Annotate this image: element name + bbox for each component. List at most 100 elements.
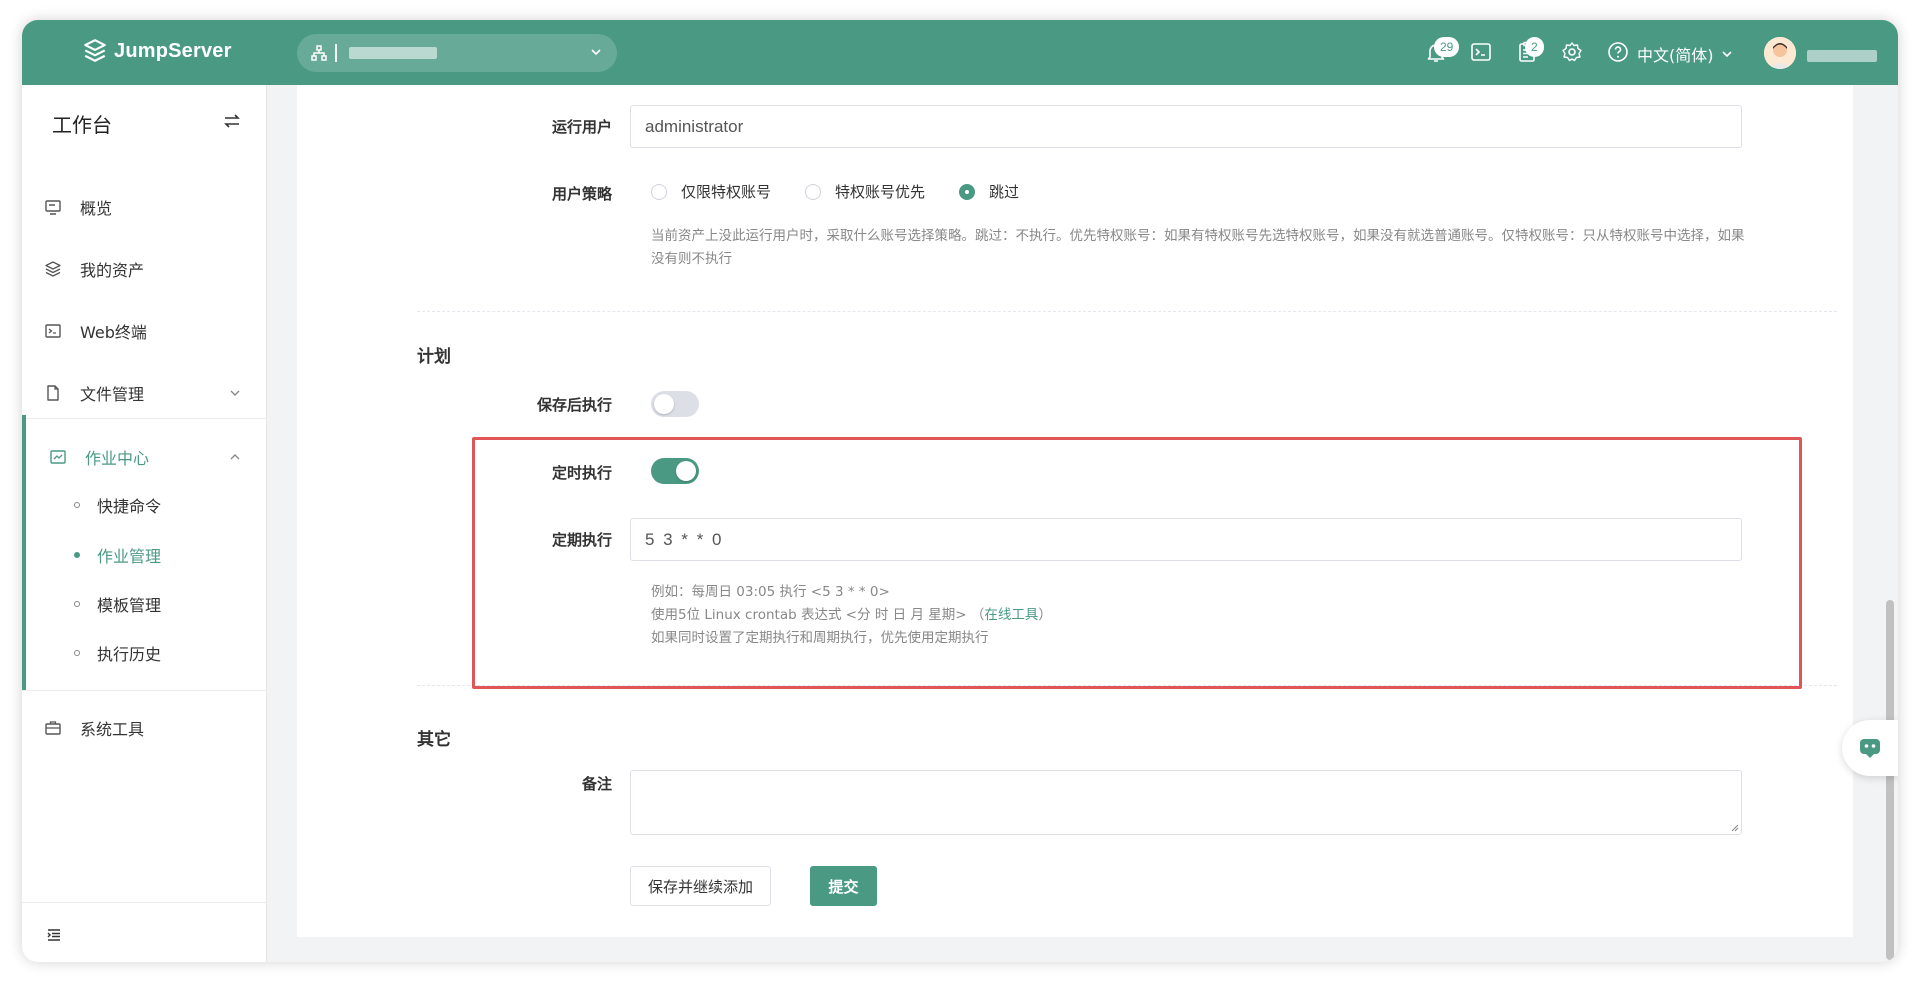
layers-icon xyxy=(45,261,61,277)
language-switcher[interactable]: 中文(简体) xyxy=(1637,42,1734,66)
sidebar-item-label: 系统工具 xyxy=(80,720,145,739)
sidebar-item-overview[interactable]: 概览 xyxy=(22,182,267,232)
job-form-panel: 运行用户 administrator 用户策略 仅限特权账号 特权账号优先 跳过… xyxy=(297,85,1853,937)
scrollbar-thumb[interactable] xyxy=(1886,600,1894,960)
radio-circle xyxy=(959,183,976,200)
section-title-plan: 计划 xyxy=(417,347,451,367)
radio-label: 跳过 xyxy=(989,183,1020,201)
chevron-down-icon xyxy=(1721,51,1732,58)
sidebar-divider xyxy=(22,902,267,903)
submit-button[interactable]: 提交 xyxy=(810,866,877,906)
sidebar-item-label: 概览 xyxy=(80,199,113,218)
top-bar: JumpServer 29 2 中文(简体) xyxy=(22,20,1898,85)
sidebar-subitem-job-management[interactable]: 作业管理 xyxy=(22,535,267,575)
crontab-input[interactable]: 5 3 * * 0 xyxy=(630,518,1742,561)
user-strategy-help: 当前资产上没此运行用户时，采取什么账号选择策略。跳过：不执行。优先特权账号：如果… xyxy=(651,228,1745,267)
monitor-icon xyxy=(45,200,61,215)
comment-label: 备注 xyxy=(581,775,612,793)
logo[interactable]: JumpServer xyxy=(82,38,232,64)
online-tool-link[interactable]: 在线工具 xyxy=(984,607,1038,623)
switch-knob xyxy=(654,394,674,414)
sidebar-item-label: Web终端 xyxy=(80,323,147,342)
radio-privileged-only[interactable]: 仅限特权账号 xyxy=(651,181,771,202)
sidebar-subitem-label: 模板管理 xyxy=(97,596,162,615)
crontab-help-format: 使用5位 Linux crontab 表达式 <分 时 日 月 星期> （在线工… xyxy=(651,604,1052,627)
sidebar-item-file-management[interactable]: 文件管理 xyxy=(22,368,267,418)
crontab-label: 定期执行 xyxy=(551,531,612,549)
chevron-down-icon xyxy=(230,390,240,396)
run-after-save-switch[interactable] xyxy=(651,391,699,417)
notifications-badge: 29 xyxy=(1434,37,1460,57)
sidebar-subitem-label: 作业管理 xyxy=(97,547,162,566)
sidebar-subitem-label: 执行历史 xyxy=(97,645,162,664)
help-icon xyxy=(1608,42,1628,62)
sidebar: 工作台 概览 我的资产 Web终端 文件管理 作业中心 快捷命令 作业管理 模板… xyxy=(22,85,267,962)
timed-run-label: 定时执行 xyxy=(551,464,612,482)
sidebar-item-label: 文件管理 xyxy=(80,385,145,404)
radio-skip[interactable]: 跳过 xyxy=(959,181,1019,202)
bullet-icon xyxy=(74,552,80,558)
logo-text: JumpServer xyxy=(114,39,232,62)
org-name-redacted xyxy=(349,47,437,59)
radio-privileged-first[interactable]: 特权账号优先 xyxy=(805,181,925,202)
chat-bot-icon xyxy=(1860,739,1880,758)
sidebar-divider xyxy=(22,418,267,419)
sidebar-subitem-quick-commands[interactable]: 快捷命令 xyxy=(22,485,267,525)
collapse-sidebar-icon[interactable] xyxy=(46,927,62,943)
sidebar-item-job-center[interactable]: 作业中心 xyxy=(22,432,267,482)
tickets-button[interactable]: 2 xyxy=(1515,37,1544,64)
file-icon xyxy=(47,385,59,401)
notifications-button[interactable]: 29 xyxy=(1424,37,1460,64)
radio-label: 仅限特权账号 xyxy=(681,183,772,201)
run-user-label: 运行用户 xyxy=(551,118,612,136)
sidebar-item-web-terminal[interactable]: Web终端 xyxy=(22,306,267,356)
toolbox-icon xyxy=(45,721,61,735)
org-separator xyxy=(335,44,337,62)
username-redacted[interactable] xyxy=(1807,47,1877,66)
run-after-save-label: 保存后执行 xyxy=(536,396,612,414)
app-window: JumpServer 29 2 中文(简体) 工作台 概览 我的资产 Web终端… xyxy=(22,20,1898,962)
crontab-help-format-text: 使用5位 Linux crontab 表达式 <分 时 日 月 星期> （ xyxy=(651,607,985,623)
bullet-icon xyxy=(74,502,80,508)
sidebar-item-system-tools[interactable]: 系统工具 xyxy=(22,703,267,753)
gear-icon xyxy=(1562,42,1582,62)
run-user-input[interactable]: administrator xyxy=(630,105,1742,148)
sidebar-subitem-label: 快捷命令 xyxy=(97,497,162,516)
logo-icon xyxy=(84,39,106,62)
sidebar-subitem-template-management[interactable]: 模板管理 xyxy=(22,584,267,624)
user-avatar-icon xyxy=(1764,37,1796,69)
switch-view-icon[interactable] xyxy=(222,111,242,131)
sidebar-item-my-assets[interactable]: 我的资产 xyxy=(22,244,267,294)
organization-select[interactable] xyxy=(297,34,617,72)
user-strategy-radio-group: 仅限特权账号 特权账号优先 跳过 xyxy=(651,181,1053,202)
save-and-continue-button[interactable]: 保存并继续添加 xyxy=(630,866,771,906)
organization-icon xyxy=(311,45,327,61)
crontab-help-example: 例如：每周日 03:05 执行 <5 3 * * 0> xyxy=(651,584,890,600)
terminal-icon xyxy=(45,324,61,338)
settings-button[interactable] xyxy=(1560,40,1584,64)
chevron-down-icon xyxy=(591,49,601,56)
radio-label: 特权账号优先 xyxy=(835,183,926,201)
sidebar-subitem-execution-history[interactable]: 执行历史 xyxy=(22,633,267,673)
crontab-help-format-suffix: ） xyxy=(1038,607,1052,623)
timed-run-switch[interactable] xyxy=(651,458,699,484)
help-button[interactable] xyxy=(1606,40,1630,64)
comment-textarea[interactable] xyxy=(630,770,1742,835)
web-terminal-button[interactable] xyxy=(1469,40,1493,64)
resize-grip-icon[interactable] xyxy=(1729,822,1739,832)
chevron-up-icon xyxy=(230,454,240,460)
bullet-icon xyxy=(74,650,80,656)
avatar[interactable] xyxy=(1764,37,1796,69)
sidebar-divider xyxy=(22,690,267,691)
chat-assistant-button[interactable] xyxy=(1842,720,1898,776)
sidebar-item-label: 我的资产 xyxy=(80,261,145,280)
tickets-badge: 2 xyxy=(1525,37,1544,57)
bullet-icon xyxy=(74,601,80,607)
switch-knob xyxy=(676,461,696,481)
job-icon xyxy=(50,450,66,464)
section-divider xyxy=(417,685,1837,686)
sidebar-item-label: 作业中心 xyxy=(85,449,150,468)
radio-circle xyxy=(651,183,667,200)
section-divider xyxy=(417,311,1837,312)
crontab-help-priority: 如果同时设置了定期执行和周期执行，优先使用定期执行 xyxy=(651,630,989,646)
